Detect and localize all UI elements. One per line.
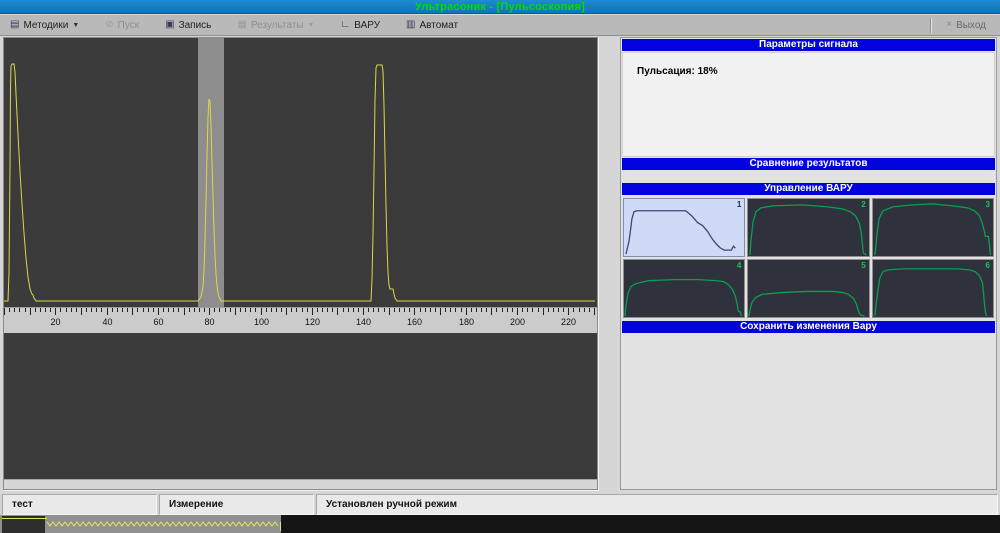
varu-icon: ∟ [340,20,350,30]
pulsation-value: Пульсация: 18% [637,66,718,77]
start-label: Пуск [118,20,139,31]
results-icon: ▦ [237,20,246,30]
svg-text:40: 40 [102,317,112,327]
results-button: ▦ Результаты ▼ [231,18,320,33]
varu-thumbnail-5[interactable]: 5 [747,259,869,318]
ascan-waveform [4,38,597,307]
x-axis-ruler: 20 40 60 80 100 120 140 160 180 200 220 [4,307,597,333]
save-varu-button[interactable]: Сохранить изменения Вару [622,321,995,333]
auto-button[interactable]: ▥ Автомат [400,18,464,33]
start-icon: ⊘ [105,20,113,30]
thumbnail-number: 5 [861,261,865,270]
exit-label: Выход [956,20,986,31]
methods-icon: ▤ [10,20,19,30]
chevron-down-icon: ▼ [308,22,315,29]
varu-curve [624,260,744,317]
varu-thumbnail-1[interactable]: 1 [623,198,745,257]
status-mode-label: Измерение [169,499,223,510]
thumbnail-number: 2 [861,200,865,209]
varu-thumbnail-2[interactable]: 2 [747,198,869,257]
status-field-mode: Измерение [159,494,314,515]
svg-text:160: 160 [407,317,422,327]
svg-text:180: 180 [459,317,474,327]
varu-curve [873,260,993,317]
svg-text:140: 140 [356,317,371,327]
auto-icon: ▥ [406,20,415,30]
varu-thumbnail-4[interactable]: 4 [623,259,745,318]
toolbar: ▤ Методики ▼ ⊘ Пуск ▣ Запись ▦ Результат… [0,14,1000,36]
signal-overview-strip[interactable] [0,515,1000,533]
methods-label: Методики [23,20,68,31]
varu-thumbnail-3[interactable]: 3 [872,198,994,257]
svg-text:100: 100 [254,317,269,327]
varu-curve [624,199,744,256]
varu-thumbnail-grid: 1 2 3 4 5 6 [621,196,996,320]
signal-params-box: Пульсация: 18% [622,52,995,157]
results-label: Результаты [251,20,304,31]
chevron-down-icon: ▼ [72,22,79,29]
main-area: 20 40 60 80 100 120 140 160 180 200 220 Параметры … [0,36,1000,490]
svg-text:80: 80 [204,317,214,327]
svg-text:20: 20 [50,317,60,327]
varu-thumbnail-6[interactable]: 6 [872,259,994,318]
varu-curve [748,199,868,256]
panel-bottom-strip [4,479,597,489]
status-field-method: тест [2,494,157,515]
close-icon: × [946,20,952,30]
ascan-chart[interactable] [4,38,597,307]
section-gap [621,171,996,182]
svg-text:220: 220 [561,317,576,327]
record-icon: ▣ [165,20,174,30]
ruler-scale: 20 40 60 80 100 120 140 160 180 200 220 [4,308,597,332]
svg-text:120: 120 [305,317,320,327]
svg-text:200: 200 [510,317,525,327]
toolbar-separator [930,18,932,33]
control-panel: Параметры сигнала Пульсация: 18% Сравнен… [620,37,997,490]
window-title: Ультрасоник - [Пульсоскопия] [415,1,585,13]
exit-button[interactable]: × Выход [940,18,992,33]
thumbnail-number: 1 [737,200,741,209]
chart-lower-area [4,333,597,479]
varu-curve [748,260,868,317]
varu-curve [873,199,993,256]
record-button[interactable]: ▣ Запись [159,18,217,33]
thumbnail-number: 6 [986,261,990,270]
ascan-panel: 20 40 60 80 100 120 140 160 180 200 220 [3,37,598,490]
status-field-message: Установлен ручной режим [316,494,998,515]
signal-params-header: Параметры сигнала [622,39,995,51]
status-message-label: Установлен ручной режим [326,499,457,510]
methods-button[interactable]: ▤ Методики ▼ [4,18,85,33]
thumbnail-number: 4 [737,261,741,270]
auto-label: Автомат [420,20,459,31]
record-label: Запись [179,20,212,31]
status-bar: тест Измерение Установлен ручной режим [0,494,1000,515]
varu-label: ВАРУ [354,20,380,31]
control-panel-empty [621,334,996,489]
title-bar: Ультрасоник - [Пульсоскопия] [0,0,1000,14]
svg-text:60: 60 [153,317,163,327]
overview-waveform [0,515,1000,533]
start-button: ⊘ Пуск [99,18,145,33]
varu-button[interactable]: ∟ ВАРУ [334,18,386,33]
status-method-label: тест [12,499,33,510]
varu-control-header: Управление ВАРУ [622,183,995,195]
compare-results-button[interactable]: Сравнение результатов [622,158,995,170]
thumbnail-number: 3 [986,200,990,209]
